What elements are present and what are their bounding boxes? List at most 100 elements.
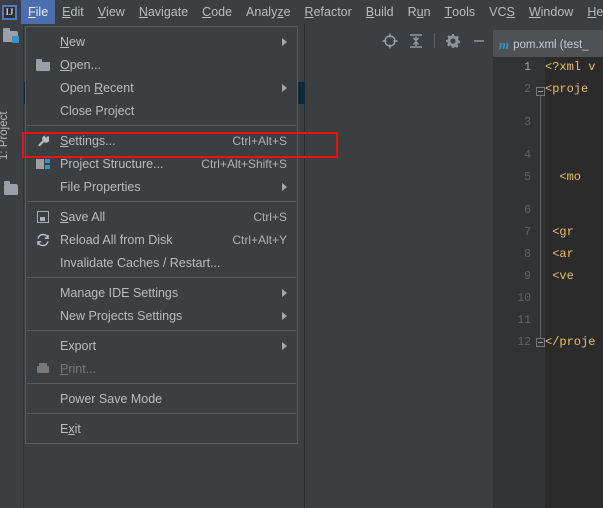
line-number: 1	[524, 61, 531, 74]
menubar-item-file[interactable]: File	[21, 0, 56, 24]
menu-item-label: Reload All from Disk	[60, 232, 173, 247]
settings-gear-icon[interactable]	[445, 33, 461, 49]
left-tool-strip: 1: Project	[0, 24, 24, 508]
editor-gutter: 1 2 3 4 5 6 7 8 9 10 11 12	[493, 57, 536, 508]
toolbar-separator	[434, 33, 435, 48]
sidebar-item-project[interactable]: 1: Project	[0, 74, 22, 170]
line-number: 6	[524, 204, 531, 217]
menu-item-close-project[interactable]: Close Project	[26, 99, 297, 122]
line-number: 8	[524, 248, 531, 261]
app-logo-text: IJ	[2, 4, 17, 20]
wrench-icon	[35, 133, 51, 149]
menu-item-label: Open Recent	[60, 80, 134, 95]
menu-item-shortcut: Ctrl+S	[253, 209, 287, 224]
menubar-item-vcs[interactable]: VC S	[482, 0, 522, 24]
menu-item-file-properties[interactable]: File Properties	[26, 175, 297, 198]
menu-item-label: Invalidate Caches / Restart...	[60, 255, 221, 270]
menu-item-manage-ide-settings[interactable]: Manage IDE Settings	[26, 281, 297, 304]
line-number: 7	[524, 226, 531, 239]
editor-area: m pom.xml (test_ 1 2 3 4 5 6 7 8 9 10 11…	[493, 24, 603, 508]
locate-icon[interactable]	[382, 33, 398, 49]
line-number: 4	[524, 149, 531, 162]
submenu-arrow-icon	[282, 311, 287, 320]
menubar-item-navigate[interactable]: Navigate	[132, 0, 195, 24]
module-icon	[35, 156, 51, 172]
submenu-arrow-icon	[282, 37, 287, 46]
menu-item-print: Print...	[26, 357, 297, 380]
submenu-arrow-icon	[282, 341, 287, 350]
menu-item-settings[interactable]: Settings... Ctrl+Alt+S	[26, 129, 297, 152]
minimize-icon[interactable]	[471, 33, 487, 49]
menubar-item-build[interactable]: Build	[359, 0, 401, 24]
menu-separator	[27, 413, 296, 414]
menu-item-label: New	[60, 34, 86, 49]
menubar-item-analyze[interactable]: Analy z e	[239, 0, 297, 24]
menubar-item-view[interactable]: View	[91, 0, 132, 24]
menu-item-power-save-mode[interactable]: Power Save Mode	[26, 387, 297, 410]
code-line: <mo	[545, 170, 582, 184]
menubar-item-edit[interactable]: Edit	[55, 0, 91, 24]
app-logo: IJ	[2, 1, 17, 23]
menu-item-project-structure[interactable]: Project Structure... Ctrl+Alt+Shift+S	[26, 152, 297, 175]
menu-item-shortcut: Ctrl+Alt+Y	[232, 232, 287, 247]
collapse-all-icon[interactable]	[408, 33, 424, 49]
menu-item-label: Exit	[60, 421, 81, 436]
main-menu-bar: IJ File Edit View Navigate Code Analy z e …	[0, 0, 603, 24]
menu-item-label: Close Project	[60, 103, 135, 118]
menu-separator	[27, 383, 296, 384]
menu-item-new[interactable]: New	[26, 30, 297, 53]
menu-item-label: Print...	[60, 361, 97, 376]
menu-item-label: Settings...	[60, 133, 116, 148]
folder-icon	[35, 57, 51, 73]
menubar-item-run[interactable]: Run	[401, 0, 438, 24]
submenu-arrow-icon	[282, 182, 287, 191]
editor-code[interactable]: <?xml v <proje <mo <gr <ar <ve </proje	[545, 57, 603, 508]
menubar-item-code[interactable]: Code	[195, 0, 239, 24]
menu-item-shortcut: Ctrl+Alt+Shift+S	[201, 156, 287, 171]
fold-marker-close[interactable]	[536, 338, 545, 347]
file-dropdown-menu: New Open... Open Recent Close Project Se…	[25, 26, 298, 444]
menu-item-exit[interactable]: Exit	[26, 417, 297, 440]
menu-separator	[27, 201, 296, 202]
floppy-save-icon	[35, 209, 51, 225]
menu-item-open[interactable]: Open...	[26, 53, 297, 76]
ide-window: IJ File Edit View Navigate Code Analy z e …	[0, 0, 603, 508]
menu-item-label: Save All	[60, 209, 106, 224]
submenu-arrow-icon	[282, 83, 287, 92]
fold-marker-open[interactable]	[536, 87, 545, 96]
project-folder-icon	[3, 28, 21, 44]
menu-item-open-recent[interactable]: Open Recent	[26, 76, 297, 99]
menubar-item-refactor[interactable]: Refactor	[298, 0, 359, 24]
menu-item-reload-all-from-disk[interactable]: Reload All from Disk Ctrl+Alt+Y	[26, 228, 297, 251]
menu-item-new-projects-settings[interactable]: New Projects Settings	[26, 304, 297, 327]
menu-item-export[interactable]: Export	[26, 334, 297, 357]
menu-item-label: Project Structure...	[60, 156, 164, 171]
code-line: <proje	[545, 82, 589, 96]
code-line: <ar	[545, 247, 574, 261]
editor-tab-label: pom.xml (test_	[513, 38, 589, 51]
menu-item-label: Export	[60, 338, 97, 353]
menu-item-label: Open...	[60, 57, 102, 72]
printer-icon	[35, 361, 51, 377]
line-number: 12	[517, 336, 531, 349]
menu-separator	[27, 125, 296, 126]
menu-separator	[27, 330, 296, 331]
editor-fold-bar[interactable]	[536, 57, 545, 508]
code-line: <?xml v	[545, 60, 596, 74]
menu-item-label: Manage IDE Settings	[60, 285, 179, 300]
menu-item-save-all[interactable]: Save All Ctrl+S	[26, 205, 297, 228]
code-line: <ve	[545, 269, 574, 283]
line-number: 5	[524, 171, 531, 184]
project-tab-label: 1: Project	[0, 111, 10, 160]
maven-m-icon: m	[499, 36, 510, 52]
editor-tab-strip: m pom.xml (test_	[493, 24, 603, 57]
reload-icon	[35, 232, 51, 248]
menu-item-invalidate-caches[interactable]: Invalidate Caches / Restart...	[26, 251, 297, 274]
menu-item-label: New Projects Settings	[60, 308, 183, 323]
menubar-item-window[interactable]: Window	[522, 0, 580, 24]
line-number: 2	[524, 83, 531, 96]
menubar-item-tools[interactable]: Tools	[438, 0, 483, 24]
editor-tab-pom-xml[interactable]: m pom.xml (test_	[493, 30, 603, 57]
line-number: 10	[517, 292, 531, 305]
menubar-item-help[interactable]: Help	[580, 0, 603, 24]
